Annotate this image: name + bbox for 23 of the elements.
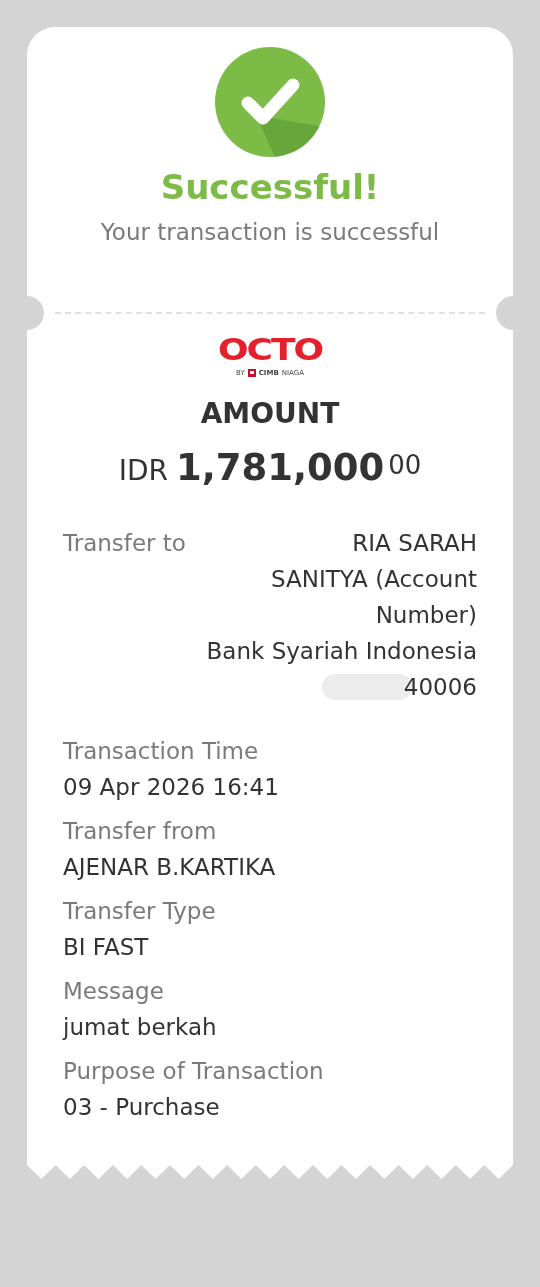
detail-value: 03 - Purchase (63, 1093, 221, 1122)
account-number: 40006 (403, 673, 477, 702)
detail-label: Purpose of Transaction (63, 1057, 325, 1086)
bank-logo-icon (247, 369, 256, 377)
currency: IDR (118, 454, 168, 487)
detail-value: AJENAR B.KARTIKA (63, 853, 277, 882)
detail-label: Message (63, 977, 165, 1006)
detail-value: 09 Apr 2026 16:41 (63, 773, 280, 802)
amount-label: AMOUNT (199, 397, 341, 430)
detail-label: Transfer to (63, 529, 186, 558)
octo-logo: OCTO (217, 334, 323, 366)
recipient-name: RIA SARAH SANITYA (Account Number) (270, 529, 477, 630)
detail-label: Transaction Time (63, 737, 260, 766)
amount-value: 1,781,000 (175, 446, 385, 489)
success-check-icon (215, 47, 325, 157)
detail-value: jumat berkah (63, 1013, 218, 1042)
detail-label: Transfer Type (63, 897, 217, 926)
success-subtitle: Your transaction is successful (100, 219, 440, 245)
amount-decimals: 00 (388, 450, 422, 480)
recipient-bank: Bank Syariah Indonesia (206, 637, 477, 666)
success-title: Successful! (160, 167, 380, 207)
detail-label: Transfer from (63, 817, 218, 846)
detail-value: BI FAST (63, 933, 150, 962)
